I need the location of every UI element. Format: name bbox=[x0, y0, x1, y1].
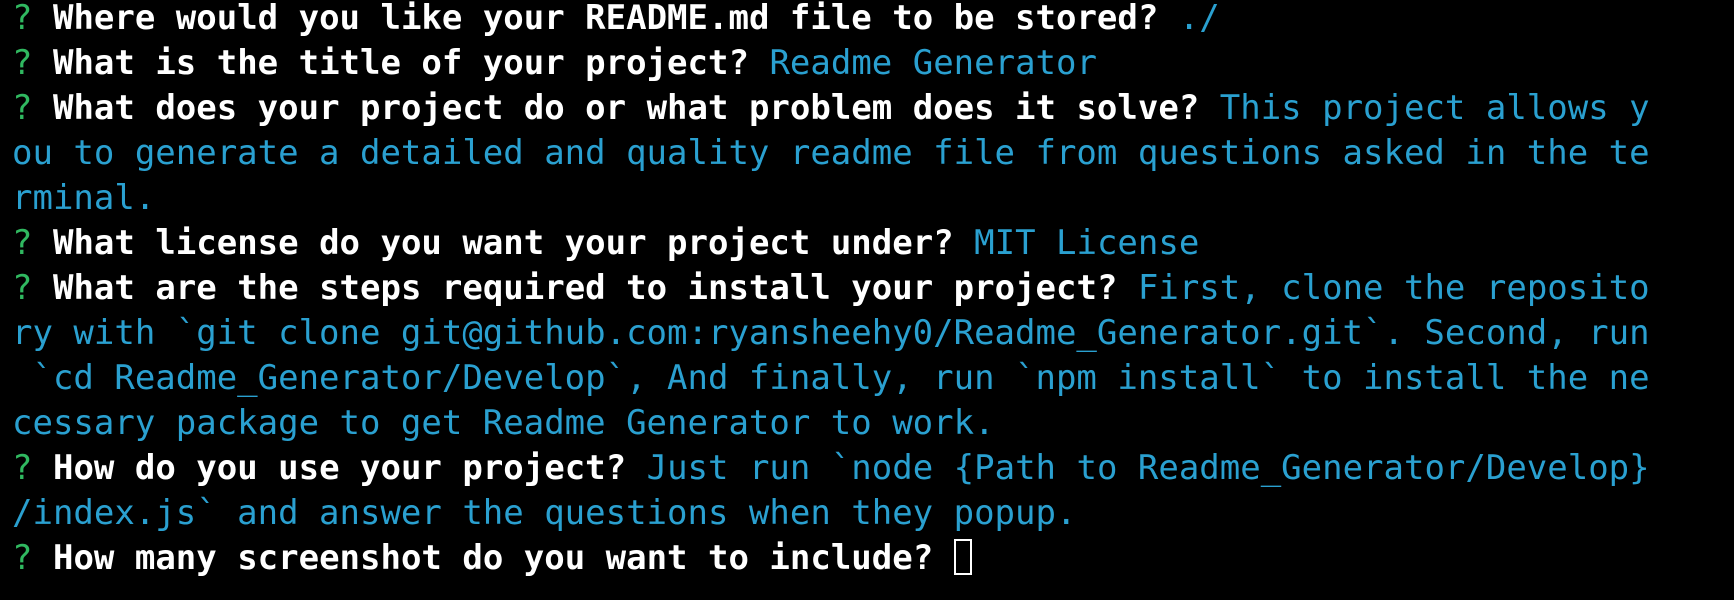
prompt-mark: ? bbox=[12, 538, 33, 578]
question-text: What license do you want your project un… bbox=[52, 223, 954, 263]
answer-text: Just run `node {Path to Readme_Generator… bbox=[646, 448, 1650, 488]
prompt-mark: ? bbox=[12, 223, 33, 263]
prompt-mark: ? bbox=[12, 88, 33, 128]
answer-text: First, clone the reposito bbox=[1137, 268, 1650, 308]
prompt-mark: ? bbox=[12, 0, 33, 38]
question-text: Where would you like your README.md file… bbox=[52, 0, 1159, 38]
prompt-mark: ? bbox=[12, 43, 33, 83]
question-text: What is the title of your project? bbox=[52, 43, 749, 83]
prompt-mark: ? bbox=[12, 268, 33, 308]
terminal-line-active: ? How many screenshot do you want to inc… bbox=[12, 536, 1734, 581]
terminal-line: rminal. bbox=[12, 176, 1734, 221]
terminal-line: cessary package to get Readme Generator … bbox=[12, 401, 1734, 446]
terminal-line: ? What is the title of your project? Rea… bbox=[12, 41, 1734, 86]
answer-text: `cd Readme_Generator/Develop`, And final… bbox=[12, 358, 1650, 398]
terminal-line: /index.js` and answer the questions when… bbox=[12, 491, 1734, 536]
answer-text: ./ bbox=[1178, 0, 1220, 38]
terminal-window: ? Where would you like your README.md fi… bbox=[0, 0, 1734, 596]
answer-text: Readme Generator bbox=[769, 43, 1097, 83]
terminal-line: ? What does your project do or what prob… bbox=[12, 86, 1734, 131]
prompt-mark: ? bbox=[12, 448, 33, 488]
question-text: What are the steps required to install y… bbox=[52, 268, 1118, 308]
answer-text: rminal. bbox=[12, 178, 156, 218]
answer-text: This project allows y bbox=[1219, 88, 1650, 128]
answer-text: cessary package to get Readme Generator … bbox=[12, 403, 995, 443]
answer-text: /index.js` and answer the questions when… bbox=[12, 493, 1077, 533]
text-cursor[interactable] bbox=[953, 539, 972, 575]
terminal-line: ? How do you use your project? Just run … bbox=[12, 446, 1734, 491]
terminal-line: ? What license do you want your project … bbox=[12, 221, 1734, 266]
question-text: How do you use your project? bbox=[52, 448, 627, 488]
question-text: What does your project do or what proble… bbox=[52, 88, 1200, 128]
terminal-line: ou to generate a detailed and quality re… bbox=[12, 131, 1734, 176]
answer-text: ou to generate a detailed and quality re… bbox=[12, 133, 1650, 173]
terminal-line: ? What are the steps required to install… bbox=[12, 266, 1734, 311]
terminal-line: `cd Readme_Generator/Develop`, And final… bbox=[12, 356, 1734, 401]
answer-text: ry with `git clone git@github.com:ryansh… bbox=[12, 313, 1650, 353]
question-text: How many screenshot do you want to inclu… bbox=[52, 538, 934, 578]
terminal-line: ? Where would you like your README.md fi… bbox=[12, 0, 1734, 41]
answer-text: MIT License bbox=[974, 223, 1200, 263]
terminal-line: ry with `git clone git@github.com:ryansh… bbox=[12, 311, 1734, 356]
